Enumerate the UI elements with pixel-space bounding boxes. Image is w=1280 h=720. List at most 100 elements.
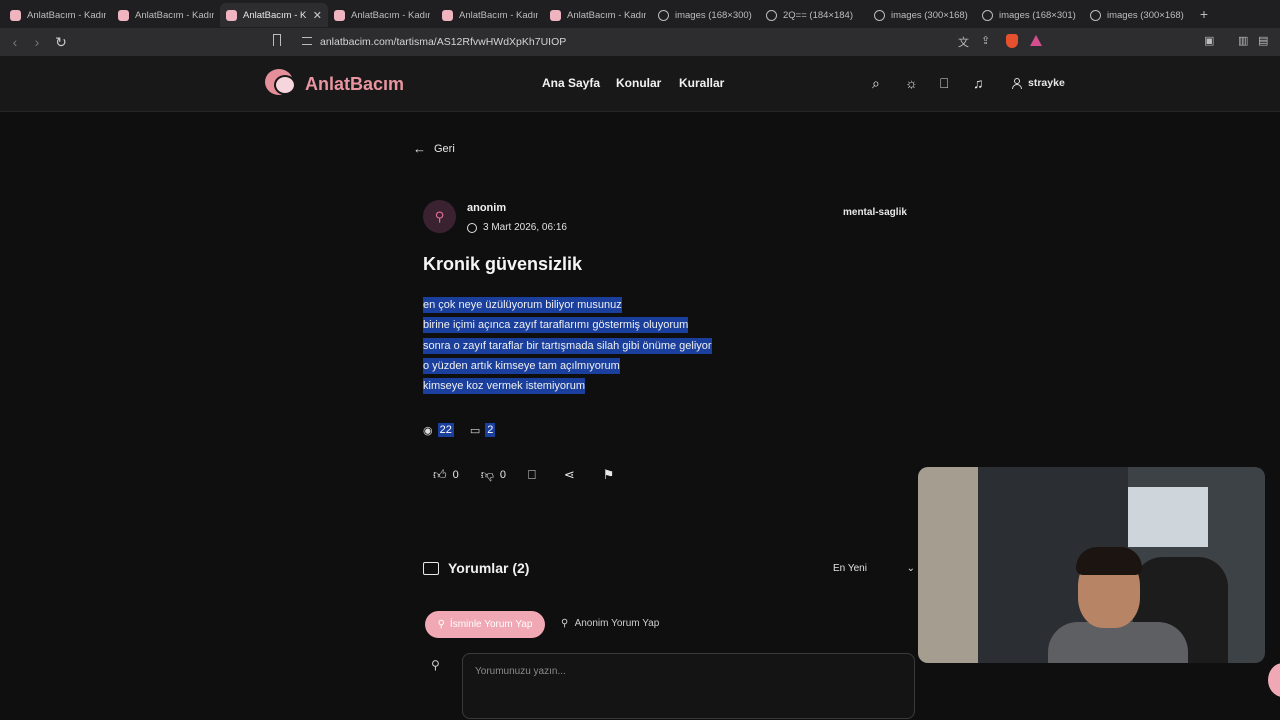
browser-tab[interactable]: 2Q== (184×184)	[760, 3, 868, 27]
comments-title: Yorumlar (2)	[448, 560, 530, 576]
address-bar[interactable]: anlatbacim.com/tartisma/AS12RfvwHWdXpKh7…	[294, 31, 1074, 53]
post-body-line: sonra o zayıf taraflar bir tartışmada si…	[423, 337, 712, 354]
post-author: anonim	[467, 202, 507, 214]
flag-icon: ⚑	[602, 467, 615, 482]
post-body: en çok neye üzülüyorum biliyor musunuz b…	[423, 295, 712, 396]
clock-icon	[467, 222, 477, 233]
post-actions: 👍︎ 0 👎︎ 0 ⎕ ⋖ ⚑	[433, 467, 642, 483]
wallet-icon[interactable]: ▤	[1258, 34, 1268, 47]
comment-icon: ▭	[469, 424, 481, 437]
browser-tab[interactable]: images (300×168)	[1084, 3, 1192, 27]
username: strayke	[1028, 77, 1065, 89]
nav-home[interactable]: Ana Sayfa	[542, 76, 600, 90]
brave-shield-icon[interactable]	[1006, 34, 1018, 48]
webcam-overlay	[918, 467, 1265, 663]
reload-icon[interactable]: ↻	[50, 34, 72, 51]
bookmark-icon[interactable]	[273, 34, 281, 46]
comments-count: 2	[485, 423, 496, 437]
user-menu[interactable]: strayke	[1012, 77, 1065, 89]
logo-heart-icon	[265, 69, 297, 99]
post-date: 3 Mart 2026, 06:16	[467, 222, 567, 233]
post-date-text: 3 Mart 2026, 06:16	[483, 222, 567, 233]
browser-tab[interactable]: images (168×301)	[976, 3, 1084, 27]
user-icon	[1012, 77, 1022, 89]
browser-tab-bar: AnlatBacım - Kadın AnlatBacım - Kadın An…	[0, 0, 1280, 28]
close-tab-icon[interactable]: ✕	[313, 9, 322, 22]
bookmarks-icon[interactable]: ⎕	[940, 75, 948, 92]
chevron-down-icon: ⌄	[906, 563, 915, 574]
arrow-left-icon: ←	[413, 141, 426, 156]
site-header: AnlatBacım Ana Sayfa Konular Kurallar ⌕ …	[0, 56, 1280, 112]
comment-input[interactable]: Yorumunuzu yazın...	[462, 653, 915, 719]
user-icon: ⚲	[431, 658, 440, 672]
named-comment-button[interactable]: ⚲ İsminle Yorum Yap	[425, 611, 545, 638]
browser-tab[interactable]: AnlatBacım - Kadın	[436, 3, 544, 27]
sort-select[interactable]: En Yeni ⌄	[833, 563, 915, 574]
site-favicon-icon	[442, 9, 453, 21]
anonymous-comment-label: Anonim Yorum Yap	[574, 618, 660, 629]
search-icon[interactable]: ⌕	[872, 75, 880, 92]
browser-tab[interactable]: AnlatBacım - Kadın	[4, 3, 112, 27]
dislike-button[interactable]: 👎︎ 0	[481, 467, 506, 483]
new-tab-button[interactable]: +	[1192, 6, 1216, 22]
forward-arrow-icon[interactable]: ›	[26, 34, 48, 50]
browser-tab[interactable]: images (300×168)	[868, 3, 976, 27]
theme-sun-icon[interactable]: ☼	[905, 75, 918, 91]
browser-tab-active[interactable]: AnlatBacım - K ✕	[220, 3, 328, 27]
sort-value: En Yeni	[833, 563, 867, 574]
browser-tab[interactable]: AnlatBacım - Kadın	[328, 3, 436, 27]
globe-icon	[982, 9, 993, 21]
post-body-line: birine içimi açınca zayıf taraflarımı gö…	[423, 317, 689, 334]
back-link[interactable]: ← Geri	[413, 141, 455, 156]
user-plus-icon: ⚲	[561, 618, 569, 629]
browser-toolbar: ‹ › ↻ anlatbacim.com/tartisma/AS12RfvwHW…	[0, 28, 1280, 56]
globe-icon	[1090, 9, 1101, 21]
globe-icon	[766, 9, 777, 21]
bookmark-icon: ⎕	[528, 467, 536, 482]
comment-bubble-icon	[423, 561, 439, 575]
share-icon[interactable]: ⇪	[981, 34, 990, 47]
anonymous-comment-button[interactable]: ⚲ Anonim Yorum Yap	[561, 618, 659, 629]
browser-tab[interactable]: images (168×300)	[652, 3, 760, 27]
extensions-icon[interactable]: ▣	[1204, 34, 1214, 47]
share-icon: ⋖	[563, 467, 575, 482]
nav-topics[interactable]: Konular	[616, 76, 661, 90]
bookmark-button[interactable]: ⎕	[528, 467, 542, 483]
post-body-line: en çok neye üzülüyorum biliyor musunuz	[423, 297, 622, 313]
anonymous-user-icon: ⚲	[423, 200, 456, 233]
report-button[interactable]: ⚑	[603, 467, 621, 483]
browser-tab[interactable]: AnlatBacım - Kadın	[112, 3, 220, 27]
logo-text: AnlatBacım	[305, 73, 405, 94]
browser-tab[interactable]: AnlatBacım - Kadın	[544, 3, 652, 27]
translate-icon[interactable]: 文	[958, 34, 969, 50]
dislike-count: 0	[499, 469, 507, 481]
nav-rules[interactable]: Kurallar	[679, 76, 724, 90]
named-comment-label: İsminle Yorum Yap	[449, 619, 533, 630]
site-favicon-icon	[334, 9, 345, 21]
back-arrow-icon[interactable]: ‹	[4, 34, 26, 50]
url-text[interactable]: anlatbacim.com/tartisma/AS12RfvwHWdXpKh7…	[320, 36, 566, 48]
bell-icon[interactable]: ♫	[973, 75, 984, 91]
eye-icon: ◉	[423, 424, 433, 437]
globe-icon	[874, 9, 885, 21]
site-favicon-icon	[10, 9, 21, 21]
user-icon: ⚲	[437, 619, 445, 630]
back-label: Geri	[434, 142, 455, 155]
site-logo[interactable]: AnlatBacım	[265, 69, 404, 99]
post-body-line: o yüzden artık kimseye tam açılmıyorum	[423, 357, 620, 374]
share-button[interactable]: ⋖	[564, 467, 581, 483]
site-favicon-icon	[118, 9, 129, 21]
thumbs-up-icon: 👍︎	[433, 467, 447, 482]
post-category[interactable]: mental-saglik	[843, 207, 907, 218]
like-count: 0	[452, 469, 459, 481]
comments-header: Yorumlar (2)	[423, 560, 529, 576]
views-count: 22	[437, 423, 454, 437]
sidebar-icon[interactable]: ▥	[1238, 34, 1248, 47]
site-favicon-icon	[550, 9, 561, 21]
brave-rewards-icon[interactable]	[1030, 35, 1042, 46]
post-title: Kronik güvensizlik	[423, 254, 583, 274]
post-body-line: kimseye koz vermek istemiyorum	[423, 378, 585, 395]
comment-placeholder: Yorumunuzu yazın...	[475, 666, 566, 677]
globe-icon	[658, 9, 669, 21]
like-button[interactable]: 👍︎ 0	[433, 467, 459, 483]
